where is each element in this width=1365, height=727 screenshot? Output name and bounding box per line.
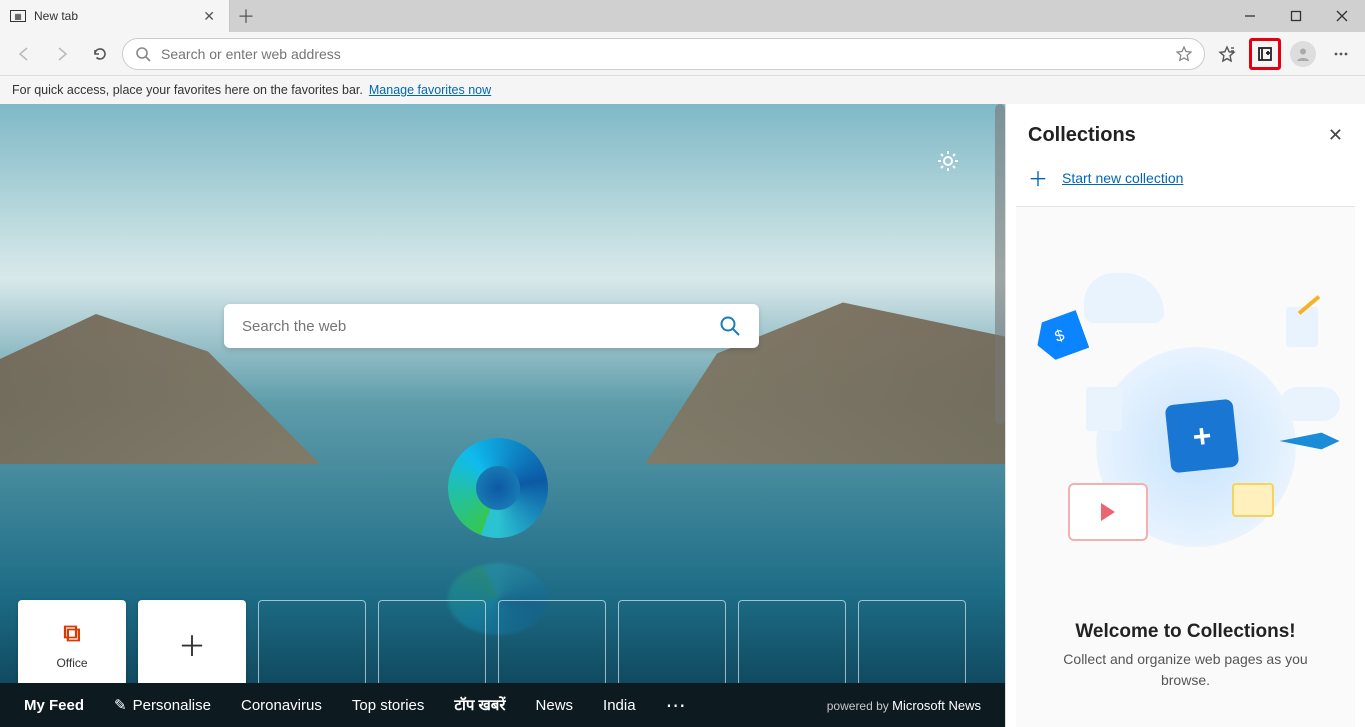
- start-new-collection-link[interactable]: ＋ Start new collection: [1006, 157, 1365, 206]
- close-window-button[interactable]: [1319, 0, 1365, 32]
- topsite-empty[interactable]: [858, 600, 966, 690]
- tab-favicon: ▦: [10, 10, 26, 22]
- feed-link[interactable]: India: [603, 697, 636, 714]
- web-search-icon[interactable]: [719, 315, 741, 337]
- topsite-empty[interactable]: [738, 600, 846, 690]
- main-area: ⧉ Office ＋ My Feed ✎ Personalise Coronav…: [0, 104, 1365, 727]
- collections-body: $ + Welcome to Collections! Collect and …: [1016, 206, 1355, 727]
- topsite-office[interactable]: ⧉ Office: [18, 600, 126, 690]
- video-icon: [1068, 483, 1148, 541]
- address-input[interactable]: [161, 46, 1166, 62]
- favorites-hint: For quick access, place your favorites h…: [12, 83, 363, 97]
- collections-button[interactable]: [1249, 38, 1281, 70]
- favorites-button[interactable]: [1211, 38, 1243, 70]
- favorite-star-icon[interactable]: [1176, 46, 1192, 62]
- back-button[interactable]: [8, 38, 40, 70]
- feed-link[interactable]: Top stories: [352, 697, 425, 714]
- profile-button[interactable]: [1287, 38, 1319, 70]
- page-settings-button[interactable]: [937, 150, 959, 172]
- avatar-icon: [1290, 41, 1316, 67]
- feed-link[interactable]: टॉप खबरें: [454, 695, 505, 715]
- titlebar: ▦ New tab ✕ ＋: [0, 0, 1365, 32]
- settings-menu-button[interactable]: [1325, 38, 1357, 70]
- feed-more-icon[interactable]: ⋯: [666, 693, 686, 718]
- feed-myfeed[interactable]: My Feed: [24, 697, 84, 714]
- topsite-empty[interactable]: [258, 600, 366, 690]
- topsite-add[interactable]: ＋: [138, 600, 246, 690]
- collections-panel: Collections ✕ ＋ Start new collection $ +…: [1005, 104, 1365, 727]
- topsite-empty[interactable]: [378, 600, 486, 690]
- collections-title: Collections: [1028, 124, 1136, 147]
- refresh-button[interactable]: [84, 38, 116, 70]
- new-tab-page: ⧉ Office ＋ My Feed ✎ Personalise Coronav…: [0, 104, 1005, 727]
- feed-link[interactable]: Coronavirus: [241, 697, 322, 714]
- picture-icon: [1232, 483, 1274, 517]
- topsite-empty[interactable]: [618, 600, 726, 690]
- plus-icon: ＋: [178, 625, 206, 665]
- pencil-icon: ✎: [114, 696, 127, 714]
- browser-tab[interactable]: ▦ New tab ✕: [0, 0, 230, 32]
- toolbar: [0, 32, 1365, 76]
- office-icon: ⧉: [63, 620, 80, 648]
- feed-bar: My Feed ✎ Personalise Coronavirus Top st…: [0, 683, 1005, 727]
- topsite-label: Office: [56, 656, 87, 670]
- close-tab-icon[interactable]: ✕: [199, 4, 219, 29]
- new-tab-button[interactable]: ＋: [230, 0, 262, 32]
- maximize-button[interactable]: [1273, 0, 1319, 32]
- top-sites: ⧉ Office ＋: [18, 600, 966, 690]
- price-tag-icon: $: [1030, 310, 1089, 364]
- edge-logo: [448, 438, 548, 538]
- feed-link[interactable]: News: [536, 697, 574, 714]
- tab-title: New tab: [34, 9, 78, 23]
- web-search-box[interactable]: [224, 304, 759, 348]
- document-icon: [1086, 387, 1122, 431]
- collections-welcome-heading: Welcome to Collections!: [1075, 621, 1295, 643]
- add-tile-icon: +: [1164, 399, 1239, 474]
- collections-illustration: $ +: [1026, 267, 1346, 607]
- feed-powered-by: powered by Microsoft News: [827, 698, 981, 713]
- shoe-icon: [1084, 273, 1164, 323]
- window-controls: [1227, 0, 1365, 32]
- address-bar[interactable]: [122, 38, 1205, 70]
- close-panel-button[interactable]: ✕: [1328, 125, 1343, 146]
- cloud-icon: [1280, 387, 1340, 421]
- collections-welcome-body: Collect and organize web pages as you br…: [1016, 649, 1355, 691]
- minimize-button[interactable]: [1227, 0, 1273, 32]
- plus-icon: ＋: [1028, 163, 1048, 192]
- manage-favorites-link[interactable]: Manage favorites now: [369, 83, 491, 97]
- web-search-input[interactable]: [242, 318, 719, 335]
- favorites-bar: For quick access, place your favorites h…: [0, 76, 1365, 104]
- scrollbar[interactable]: [995, 104, 1005, 424]
- forward-button[interactable]: [46, 38, 78, 70]
- search-icon: [135, 46, 151, 62]
- collections-header: Collections ✕: [1006, 104, 1365, 157]
- feed-personalise[interactable]: ✎ Personalise: [114, 696, 211, 714]
- topsite-empty[interactable]: [498, 600, 606, 690]
